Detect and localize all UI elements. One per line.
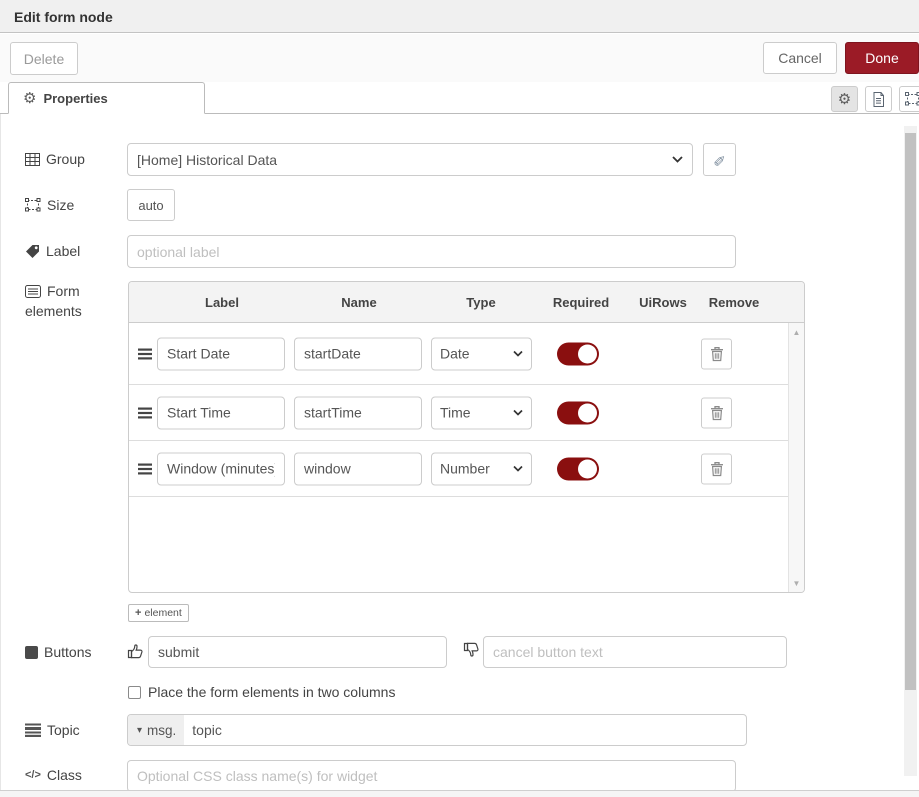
dialog-bottom-edge bbox=[0, 790, 919, 797]
size-label: Size bbox=[25, 197, 74, 213]
element-name-input[interactable] bbox=[294, 337, 422, 370]
drag-handle-icon[interactable] bbox=[138, 463, 152, 475]
form-elements-label: Form bbox=[25, 283, 80, 299]
pencil-icon: ✎ bbox=[713, 152, 726, 167]
thumbs-up-icon bbox=[127, 642, 144, 659]
tab-bar: ⚙ Properties ⚙ bbox=[0, 82, 919, 114]
drag-handle-icon[interactable] bbox=[138, 348, 152, 360]
form-element-row: Time bbox=[129, 385, 804, 441]
chevron-down-icon bbox=[513, 351, 523, 357]
class-label: </> Class bbox=[25, 767, 82, 783]
drag-handle-icon[interactable] bbox=[138, 407, 152, 419]
list-alt-icon bbox=[25, 285, 41, 298]
topic-label: Topic bbox=[25, 722, 80, 738]
trash-icon bbox=[710, 461, 724, 476]
size-button[interactable]: auto bbox=[127, 189, 175, 221]
file-icon bbox=[872, 92, 885, 107]
form-element-row: Number bbox=[129, 441, 804, 497]
element-name-input[interactable] bbox=[294, 452, 422, 485]
trash-icon bbox=[710, 405, 724, 420]
gear-icon: ⚙ bbox=[838, 92, 851, 107]
object-group-icon bbox=[905, 92, 919, 106]
element-label-input[interactable] bbox=[157, 452, 285, 485]
table-scrollbar[interactable]: ▲ ▼ bbox=[788, 323, 804, 593]
table-icon bbox=[25, 153, 40, 166]
two-columns-label: Place the form elements in two columns bbox=[148, 684, 395, 700]
two-columns-option: Place the form elements in two columns bbox=[128, 684, 395, 700]
submit-button-text-input[interactable] bbox=[148, 636, 447, 668]
column-header-uirows: UiRows bbox=[639, 295, 687, 310]
topic-typed-input: ▾ msg. topic bbox=[127, 714, 747, 746]
element-type-select[interactable]: Date bbox=[431, 337, 532, 370]
form-elements-table-header: Label Name Type Required UiRows Remove bbox=[129, 282, 804, 323]
buttons-label: Buttons bbox=[25, 644, 91, 660]
properties-view-button[interactable]: ⚙ bbox=[831, 86, 858, 112]
form-elements-rows: Date Time bbox=[129, 323, 804, 593]
element-label-input[interactable] bbox=[157, 396, 285, 429]
required-toggle[interactable] bbox=[557, 457, 599, 480]
group-label: Group bbox=[25, 151, 85, 167]
trash-icon bbox=[710, 346, 724, 361]
column-header-type: Type bbox=[466, 295, 495, 310]
topic-value[interactable]: topic bbox=[184, 715, 746, 745]
caret-down-icon: ▾ bbox=[137, 725, 142, 736]
remove-element-button[interactable] bbox=[701, 453, 732, 484]
chevron-down-icon bbox=[513, 466, 523, 472]
two-columns-checkbox[interactable] bbox=[128, 686, 141, 699]
square-icon bbox=[25, 646, 38, 659]
required-toggle[interactable] bbox=[557, 401, 599, 424]
topic-type-button[interactable]: ▾ msg. bbox=[128, 715, 184, 745]
label-input[interactable] bbox=[127, 235, 736, 268]
done-button[interactable]: Done bbox=[845, 42, 919, 74]
panel-left-edge bbox=[0, 114, 1, 790]
code-icon: </> bbox=[25, 769, 41, 781]
chevron-down-icon bbox=[513, 410, 523, 416]
form-elements-label-line2: elements bbox=[25, 303, 82, 319]
cancel-button[interactable]: Cancel bbox=[763, 42, 837, 74]
element-name-input[interactable] bbox=[294, 396, 422, 429]
element-type-select[interactable]: Number bbox=[431, 452, 532, 485]
scroll-down-icon[interactable]: ▼ bbox=[789, 579, 804, 588]
tag-icon bbox=[25, 244, 40, 259]
tasks-icon bbox=[25, 723, 41, 737]
plus-icon: + bbox=[135, 607, 141, 619]
edit-form-node-dialog: Edit form node Delete Cancel Done ⚙ Prop… bbox=[0, 0, 919, 797]
column-header-name: Name bbox=[341, 295, 376, 310]
add-element-button[interactable]: +element bbox=[128, 604, 189, 622]
object-group-icon bbox=[25, 198, 41, 212]
appearance-view-button[interactable] bbox=[899, 86, 919, 112]
cancel-button-text-input[interactable] bbox=[483, 636, 787, 668]
element-label-input[interactable] bbox=[157, 337, 285, 370]
description-view-button[interactable] bbox=[865, 86, 892, 112]
delete-button[interactable]: Delete bbox=[10, 42, 78, 75]
edit-group-button[interactable]: ✎ bbox=[703, 143, 736, 176]
scroll-up-icon[interactable]: ▲ bbox=[789, 328, 804, 337]
dialog-title: Edit form node bbox=[14, 9, 113, 25]
scrollbar-thumb[interactable] bbox=[905, 133, 916, 690]
tab-properties[interactable]: ⚙ Properties bbox=[8, 82, 205, 114]
element-type-select[interactable]: Time bbox=[431, 396, 532, 429]
chevron-down-icon bbox=[672, 156, 683, 163]
gear-icon: ⚙ bbox=[23, 91, 36, 106]
thumbs-down-icon bbox=[463, 642, 480, 659]
remove-element-button[interactable] bbox=[701, 397, 732, 428]
column-header-remove: Remove bbox=[709, 295, 760, 310]
required-toggle[interactable] bbox=[557, 342, 599, 365]
form-elements-table: Label Name Type Required UiRows Remove D… bbox=[128, 281, 805, 593]
label-field-label: Label bbox=[25, 243, 80, 259]
form-element-row: Date bbox=[129, 323, 804, 385]
remove-element-button[interactable] bbox=[701, 338, 732, 369]
column-header-required: Required bbox=[553, 295, 609, 310]
class-input[interactable] bbox=[127, 760, 736, 792]
dialog-header: Edit form node bbox=[0, 0, 919, 33]
dialog-toolbar: Delete Cancel Done bbox=[0, 34, 919, 83]
group-select[interactable]: [Home] Historical Data bbox=[127, 143, 693, 176]
dialog-scrollbar[interactable] bbox=[904, 126, 917, 776]
column-header-label: Label bbox=[205, 295, 239, 310]
